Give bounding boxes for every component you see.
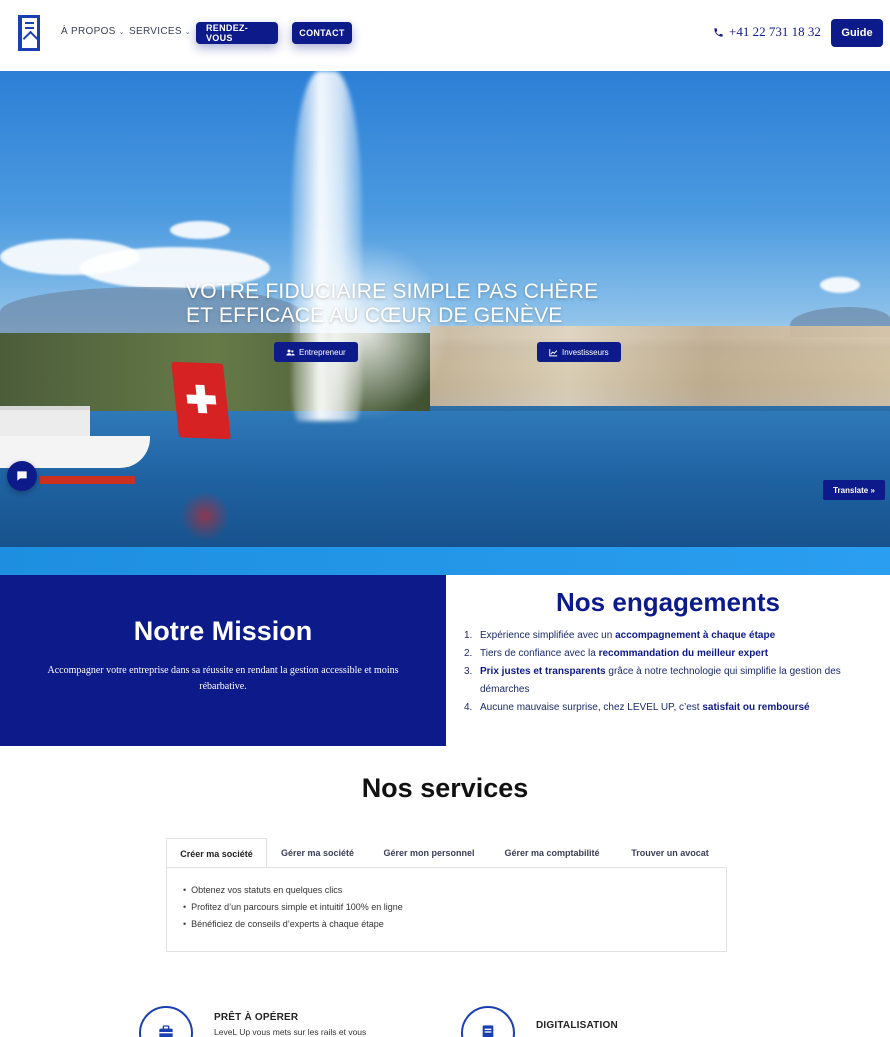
services-list: Obtenez vos statuts en quelques clics Pr…: [183, 882, 403, 933]
chevron-down-icon: ⌄: [184, 28, 191, 36]
item-text: Expérience simplifiée avec un accompagne…: [480, 627, 775, 645]
item-text: Aucune mauvaise surprise, chez LEVEL UP,…: [480, 699, 810, 717]
chat-bubble-icon: [17, 471, 27, 481]
briefcase-icon: [139, 1006, 193, 1037]
flag-reflection: [180, 491, 230, 541]
translate-button[interactable]: Translate »: [823, 480, 885, 500]
city-buildings: [430, 326, 890, 406]
hero-bottom-band: [0, 547, 890, 575]
item-bold: recommandation du meilleur expert: [598, 648, 769, 659]
chevron-down-icon: ⌄: [118, 28, 125, 36]
investisseurs-button[interactable]: Investisseurs: [537, 342, 621, 362]
chat-button[interactable]: [7, 461, 37, 491]
nav-apropos[interactable]: À PROPOS ⌄: [61, 26, 125, 37]
mission-section: Notre Mission Accompagner votre entrepri…: [0, 575, 446, 746]
fountain-spray: [330, 241, 450, 421]
nav-services-label: SERVICES: [129, 26, 182, 37]
item-pre: Expérience simplifiée avec un: [480, 630, 616, 641]
feature-title: DIGITALISATION: [536, 1020, 618, 1031]
item-number: 3.: [464, 666, 473, 677]
list-item: Profitez d’un parcours simple et intuiti…: [183, 899, 403, 916]
tab-gerer-mon-personnel[interactable]: Gérer mon personnel: [368, 838, 490, 868]
tab-gerer-ma-societe[interactable]: Gérer ma société: [267, 838, 368, 868]
site-header: À PROPOS ⌄ SERVICES ⌄ RENDEZ-VOUS CONTAC…: [0, 0, 890, 71]
list-item: 2. Tiers de confiance avec la recommanda…: [464, 645, 884, 663]
item-text: Prix justes et transparents grâce à notr…: [480, 663, 884, 699]
cloud-shape: [170, 221, 230, 239]
tab-gerer-ma-comptabilite[interactable]: Gérer ma comptabilité: [490, 838, 614, 868]
phone-number: +41 22 731 18 32: [729, 24, 821, 39]
tab-creer-ma-societe[interactable]: Créer ma société: [166, 838, 267, 868]
item-bold: satisfait ou remboursé: [702, 702, 810, 713]
mission-title: Notre Mission: [133, 616, 313, 646]
item-pre: Aucune mauvaise surprise, chez LEVEL UP,…: [480, 702, 703, 713]
nav-apropos-label: À PROPOS: [61, 26, 116, 37]
phone-icon: [714, 27, 723, 37]
services-tabs: Créer ma société Gérer ma société Gérer …: [166, 838, 726, 868]
item-bold: accompagnement à chaque étape: [615, 630, 776, 641]
investisseurs-label: Investisseurs: [562, 347, 609, 357]
item-pre: Tiers de confiance avec la: [480, 648, 599, 659]
engagements-section: Nos engagements 1. Expérience simplifiée…: [446, 575, 890, 746]
engagements-title: Nos engagements: [556, 587, 780, 617]
hero-section: VOTRE FIDUCIAIRE SIMPLE PAS CHÈRE ET EFF…: [0, 71, 890, 547]
item-bold: Prix justes et transparents: [480, 666, 606, 677]
swiss-flag-icon: [171, 361, 231, 440]
feature-title: PRÊT À OPÉRER: [214, 1012, 299, 1023]
chart-line-icon: [549, 348, 558, 356]
logo-icon[interactable]: [18, 15, 40, 51]
item-text: Tiers de confiance avec la recommandatio…: [480, 645, 768, 663]
document-icon-svg: [482, 1025, 494, 1037]
hero-title: VOTRE FIDUCIAIRE SIMPLE PAS CHÈRE ET EFF…: [186, 280, 599, 327]
mission-text: Accompagner votre entreprise dans sa réu…: [47, 665, 399, 692]
item-number: 2.: [464, 648, 473, 659]
entrepreneur-button[interactable]: Entrepreneur: [274, 342, 358, 362]
services-tab-panel: Obtenez vos statuts en quelques clics Pr…: [166, 867, 727, 952]
list-item: Obtenez vos statuts en quelques clics: [183, 882, 403, 899]
contact-button[interactable]: CONTACT: [292, 22, 352, 44]
rendez-vous-button[interactable]: RENDEZ-VOUS: [196, 22, 278, 44]
list-item: 3. Prix justes et transparents grâce à n…: [464, 663, 884, 699]
engagements-list: 1. Expérience simplifiée avec un accompa…: [464, 627, 884, 717]
cloud-shape: [820, 277, 860, 293]
users-icon: [286, 349, 295, 355]
item-number: 1.: [464, 630, 473, 641]
services-title: Nos services: [361, 773, 529, 803]
tab-trouver-un-avocat[interactable]: Trouver un avocat: [614, 838, 726, 868]
guide-button[interactable]: Guide: [831, 19, 883, 47]
boat-stripe: [40, 476, 135, 484]
flag-cross-horizontal: [186, 394, 217, 405]
list-item: Bénéficiez de conseils d’experts à chaqu…: [183, 916, 403, 933]
boat-cabin: [0, 406, 90, 440]
document-icon: [461, 1006, 515, 1037]
briefcase-icon-svg: [159, 1025, 173, 1037]
item-number: 4.: [464, 702, 473, 713]
list-item: 1. Expérience simplifiée avec un accompa…: [464, 627, 884, 645]
feature-text: LeveL Up vous mets sur les rails et vous: [214, 1027, 367, 1037]
nav-services[interactable]: SERVICES ⌄: [129, 26, 191, 37]
list-item: 4. Aucune mauvaise surprise, chez LEVEL …: [464, 699, 884, 717]
entrepreneur-label: Entrepreneur: [299, 347, 346, 357]
phone-link[interactable]: +41 22 731 18 32: [713, 24, 821, 40]
